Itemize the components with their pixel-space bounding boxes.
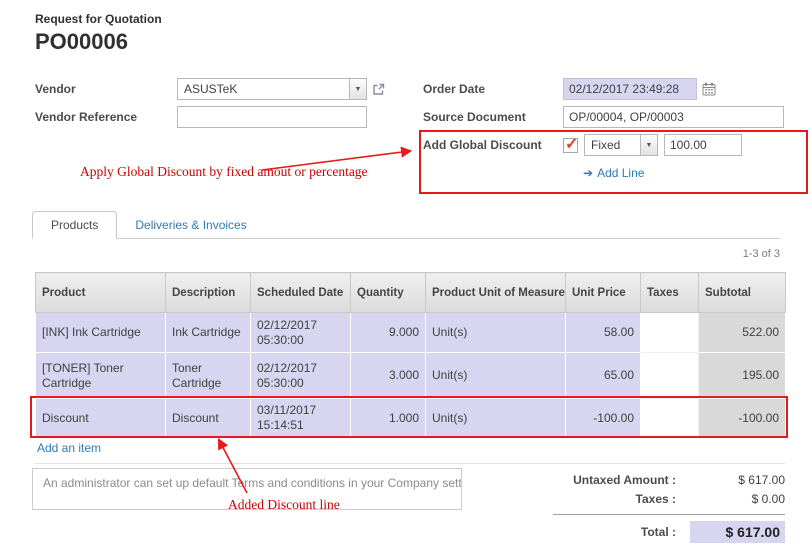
vendor-label: Vendor	[35, 82, 177, 96]
line-table-header-row: ProductDescriptionScheduled DateQuantity…	[36, 273, 786, 313]
table-row[interactable]: [INK] Ink CartridgeInk Cartridge02/12/20…	[36, 313, 786, 353]
cell-quantity[interactable]: 1.000	[351, 399, 426, 438]
discount-type-dropdown-icon[interactable]: ▼	[640, 135, 657, 155]
vendor-reference-field-row: Vendor Reference	[35, 106, 385, 128]
cell-taxes[interactable]	[641, 399, 699, 438]
page: Request for Quotation PO00006 Vendor ASU…	[0, 0, 810, 546]
tab-deliveries-invoices[interactable]: Deliveries & Invoices	[117, 212, 264, 238]
line-table-body: [INK] Ink CartridgeInk Cartridge02/12/20…	[36, 313, 786, 438]
source-document-field-row: Source Document	[423, 106, 784, 128]
cell-description[interactable]: Ink Cartridge	[166, 313, 251, 353]
cell-taxes[interactable]	[641, 313, 699, 353]
cell-subtotal[interactable]: 522.00	[699, 313, 786, 353]
discount-type-value: Fixed	[591, 138, 620, 152]
cell-scheduled_date[interactable]: 03/11/2017 15:14:51	[251, 399, 351, 438]
cell-unit_price[interactable]: -100.00	[566, 399, 641, 438]
totals-panel: Untaxed Amount : $ 617.00 Taxes : $ 0.00…	[553, 470, 785, 545]
global-discount-checkbox[interactable]: ✓	[563, 138, 578, 153]
cell-description[interactable]: Discount	[166, 399, 251, 438]
document-header: Request for Quotation PO00006	[35, 12, 162, 55]
column-header-description[interactable]: Description	[166, 273, 251, 313]
column-header-quantity[interactable]: Quantity	[351, 273, 426, 313]
add-item-row: Add an item	[35, 437, 785, 464]
document-type-label: Request for Quotation	[35, 12, 162, 26]
calendar-icon[interactable]	[702, 82, 716, 96]
discount-amount-input[interactable]	[664, 134, 742, 156]
order-date-label: Order Date	[423, 82, 563, 96]
total-row: Total : $ 617.00	[553, 519, 785, 545]
cell-description[interactable]: Toner Cartridge	[166, 353, 251, 399]
total-label: Total :	[553, 525, 690, 539]
table-row[interactable]: [TONER] Toner CartridgeToner Cartridge02…	[36, 353, 786, 399]
cell-uom[interactable]: Unit(s)	[426, 399, 566, 438]
global-discount-label: Add Global Discount	[423, 138, 563, 152]
cell-scheduled_date[interactable]: 02/12/2017 05:30:00	[251, 313, 351, 353]
form-right-column: Order Date Source Document Add Global Di…	[423, 78, 784, 190]
add-an-item-link[interactable]: Add an item	[37, 441, 101, 455]
cell-subtotal[interactable]: 195.00	[699, 353, 786, 399]
check-icon: ✓	[565, 134, 578, 154]
cell-taxes[interactable]	[641, 353, 699, 399]
global-discount-field-row: Add Global Discount ✓ Fixed ▼	[423, 134, 784, 156]
column-header-uom[interactable]: Product Unit of Measure	[426, 273, 566, 313]
form-left-column: Vendor ASUSTeK ▼ Vendor Reference	[35, 78, 385, 134]
cell-product[interactable]: [TONER] Toner Cartridge	[36, 353, 166, 399]
cell-unit_price[interactable]: 58.00	[566, 313, 641, 353]
pager: 1-3 of 3	[743, 248, 780, 260]
vendor-field-row: Vendor ASUSTeK ▼	[35, 78, 385, 100]
add-line-link[interactable]: ➔ Add Line	[583, 166, 644, 180]
total-value: $ 617.00	[690, 521, 785, 543]
cell-unit_price[interactable]: 65.00	[566, 353, 641, 399]
vendor-reference-input[interactable]	[177, 106, 367, 128]
untaxed-amount-row: Untaxed Amount : $ 617.00	[553, 470, 785, 489]
add-line-row: ➔ Add Line	[583, 162, 784, 184]
cell-subtotal[interactable]: -100.00	[699, 399, 786, 438]
external-link-icon[interactable]	[372, 83, 385, 96]
taxes-value: $ 0.00	[690, 492, 785, 506]
column-header-scheduled_date[interactable]: Scheduled Date	[251, 273, 351, 313]
notebook-tabs: Products Deliveries & Invoices	[32, 210, 780, 239]
annotation-discount-line-note: Added Discount line	[228, 497, 340, 513]
annotation-global-discount-note: Apply Global Discount by fixed amout or …	[80, 164, 368, 180]
untaxed-label: Untaxed Amount :	[553, 473, 690, 487]
taxes-row: Taxes : $ 0.00	[553, 489, 785, 508]
source-document-input[interactable]	[563, 106, 784, 128]
cell-scheduled_date[interactable]: 02/12/2017 05:30:00	[251, 353, 351, 399]
vendor-value: ASUSTeK	[184, 82, 237, 96]
source-document-label: Source Document	[423, 110, 563, 124]
discount-type-select[interactable]: Fixed ▼	[584, 134, 658, 156]
taxes-label: Taxes :	[553, 492, 690, 506]
order-lines-table: ProductDescriptionScheduled DateQuantity…	[35, 272, 786, 438]
column-header-product[interactable]: Product	[36, 273, 166, 313]
cell-product[interactable]: Discount	[36, 399, 166, 438]
vendor-dropdown-icon[interactable]: ▼	[349, 79, 366, 99]
cell-uom[interactable]: Unit(s)	[426, 313, 566, 353]
column-header-taxes[interactable]: Taxes	[641, 273, 699, 313]
cell-quantity[interactable]: 3.000	[351, 353, 426, 399]
vendor-reference-label: Vendor Reference	[35, 110, 177, 124]
cell-product[interactable]: [INK] Ink Cartridge	[36, 313, 166, 353]
order-date-input[interactable]	[563, 78, 697, 100]
add-line-arrow-icon: ➔	[583, 166, 593, 180]
untaxed-value: $ 617.00	[690, 473, 785, 487]
vendor-select[interactable]: ASUSTeK ▼	[177, 78, 367, 100]
cell-uom[interactable]: Unit(s)	[426, 353, 566, 399]
totals-divider	[553, 514, 785, 515]
page-title: PO00006	[35, 29, 162, 55]
table-row[interactable]: DiscountDiscount03/11/2017 15:14:511.000…	[36, 399, 786, 438]
tab-products[interactable]: Products	[32, 211, 117, 239]
column-header-unit_price[interactable]: Unit Price	[566, 273, 641, 313]
cell-quantity[interactable]: 9.000	[351, 313, 426, 353]
order-date-field-row: Order Date	[423, 78, 784, 100]
add-line-label: Add Line	[597, 166, 644, 180]
line-table-head: ProductDescriptionScheduled DateQuantity…	[36, 273, 786, 313]
column-header-subtotal[interactable]: Subtotal	[699, 273, 786, 313]
